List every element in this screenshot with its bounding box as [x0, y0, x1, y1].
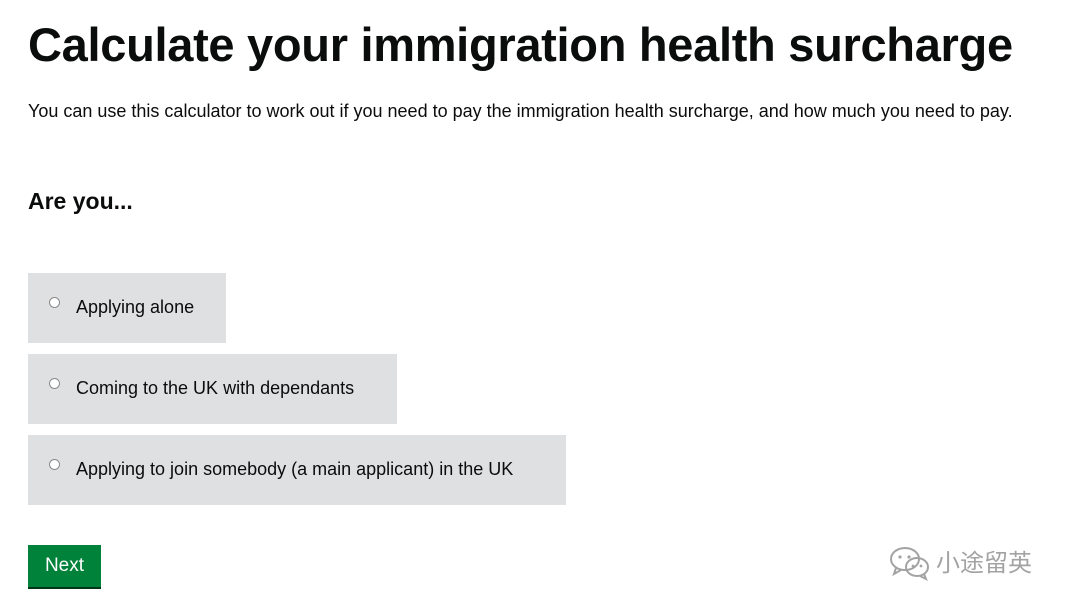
intro-text: You can use this calculator to work out …	[28, 101, 1013, 121]
question-heading: Are you...	[28, 188, 133, 214]
watermark: 小途留英	[888, 545, 1032, 581]
watermark-text: 小途留英	[936, 549, 1032, 577]
option-join-main-applicant[interactable]: Applying to join somebody (a main applic…	[28, 435, 566, 505]
option-label: Applying to join somebody (a main applic…	[76, 458, 514, 479]
page-title: Calculate your immigration health surcha…	[28, 18, 1013, 71]
option-with-dependants[interactable]: Coming to the UK with dependants	[28, 354, 397, 424]
page: Calculate your immigration health surcha…	[0, 0, 1080, 610]
option-label: Applying alone	[76, 296, 195, 317]
radio-button[interactable]	[49, 297, 60, 308]
option-label: Coming to the UK with dependants	[76, 377, 355, 398]
option-applying-alone[interactable]: Applying alone	[28, 273, 226, 343]
radio-button[interactable]	[49, 459, 60, 470]
radio-button[interactable]	[49, 378, 60, 389]
wechat-icon	[890, 547, 929, 581]
next-button[interactable]: Next	[28, 545, 101, 587]
